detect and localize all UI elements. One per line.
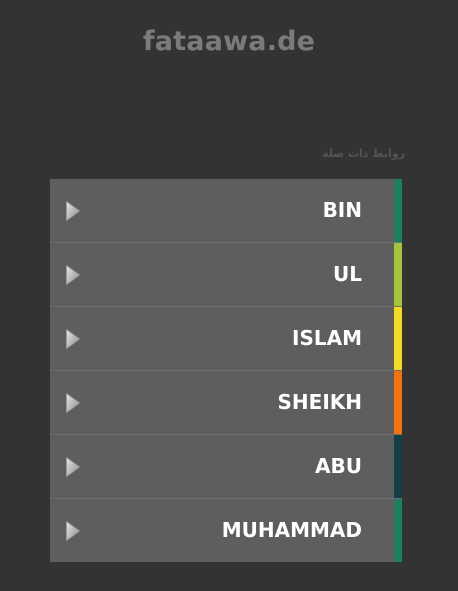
link-label: BIN — [322, 198, 362, 222]
accent-stripe — [394, 435, 402, 498]
play-arrow-icon — [66, 521, 80, 541]
accent-stripe — [394, 179, 402, 242]
play-arrow-icon — [66, 329, 80, 349]
link-item-bin[interactable]: BIN — [50, 179, 402, 243]
play-arrow-icon — [66, 393, 80, 413]
link-label: SHEIKH — [277, 390, 362, 414]
link-item-ul[interactable]: UL — [50, 243, 402, 307]
play-arrow-icon — [66, 265, 80, 285]
link-item-abu[interactable]: ABU — [50, 435, 402, 499]
site-title[interactable]: fataawa.de — [0, 24, 458, 60]
accent-stripe — [394, 371, 402, 434]
play-arrow-icon — [66, 201, 80, 221]
related-links-list: BIN UL ISLAM SHEIKH ABU MUHAMMAD — [50, 179, 402, 562]
related-links-heading: روابط ذات صلة — [322, 147, 405, 160]
link-item-muhammad[interactable]: MUHAMMAD — [50, 499, 402, 562]
link-item-sheikh[interactable]: SHEIKH — [50, 371, 402, 435]
link-label: UL — [333, 262, 362, 286]
play-arrow-icon — [66, 457, 80, 477]
accent-stripe — [394, 243, 402, 306]
link-label: MUHAMMAD — [221, 518, 362, 542]
accent-stripe — [394, 499, 402, 562]
accent-stripe — [394, 307, 402, 370]
link-label: ISLAM — [292, 326, 362, 350]
link-label: ABU — [315, 454, 362, 478]
link-item-islam[interactable]: ISLAM — [50, 307, 402, 371]
